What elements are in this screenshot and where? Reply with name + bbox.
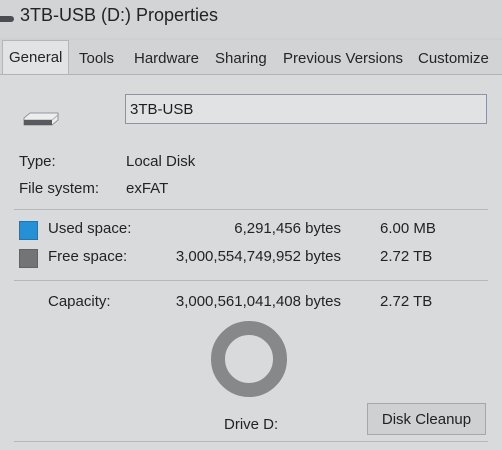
drive-label: Drive D:: [224, 416, 279, 433]
file-system-value: exFAT: [126, 180, 169, 197]
tab-sharing[interactable]: Sharing: [215, 50, 267, 67]
usage-donut-chart: [211, 321, 287, 397]
tab-tools[interactable]: Tools: [79, 50, 114, 67]
file-system-label: File system:: [19, 180, 100, 197]
disk-cleanup-button[interactable]: Disk Cleanup: [367, 403, 486, 435]
capacity-bytes: 3,000,561,041,408 bytes: [175, 293, 341, 310]
title-bar: 3TB-USB (D:) Properties: [0, 0, 502, 38]
volume-name-input[interactable]: [125, 94, 487, 124]
used-space-bytes: 6,291,456 bytes: [234, 220, 341, 237]
tab-strip: General Tools Hardware Sharing Previous …: [0, 40, 502, 75]
capacity-size: 2.72 TB: [380, 293, 433, 310]
type-value: Local Disk: [126, 153, 196, 170]
free-space-ring: [211, 321, 287, 397]
used-space-label: Used space:: [48, 220, 132, 237]
drive-icon: [0, 16, 14, 22]
used-space-size: 6.00 MB: [380, 220, 436, 237]
tab-customize[interactable]: Customize: [418, 50, 489, 67]
separator: [14, 209, 488, 210]
free-space-bytes: 3,000,554,749,952 bytes: [175, 248, 341, 265]
free-space-swatch: [19, 249, 38, 268]
free-space-label: Free space:: [48, 248, 128, 265]
tab-hardware[interactable]: Hardware: [134, 50, 199, 67]
type-label: Type:: [19, 153, 56, 170]
usb-drive-icon: [23, 112, 59, 126]
separator: [14, 441, 488, 442]
used-space-swatch: [19, 221, 38, 240]
tab-previous-versions[interactable]: Previous Versions: [283, 50, 403, 67]
tab-general[interactable]: General: [2, 40, 70, 74]
separator: [14, 280, 488, 281]
free-space-size: 2.72 TB: [380, 248, 433, 265]
capacity-label: Capacity:: [48, 293, 111, 310]
window-title: 3TB-USB (D:) Properties: [20, 5, 219, 25]
